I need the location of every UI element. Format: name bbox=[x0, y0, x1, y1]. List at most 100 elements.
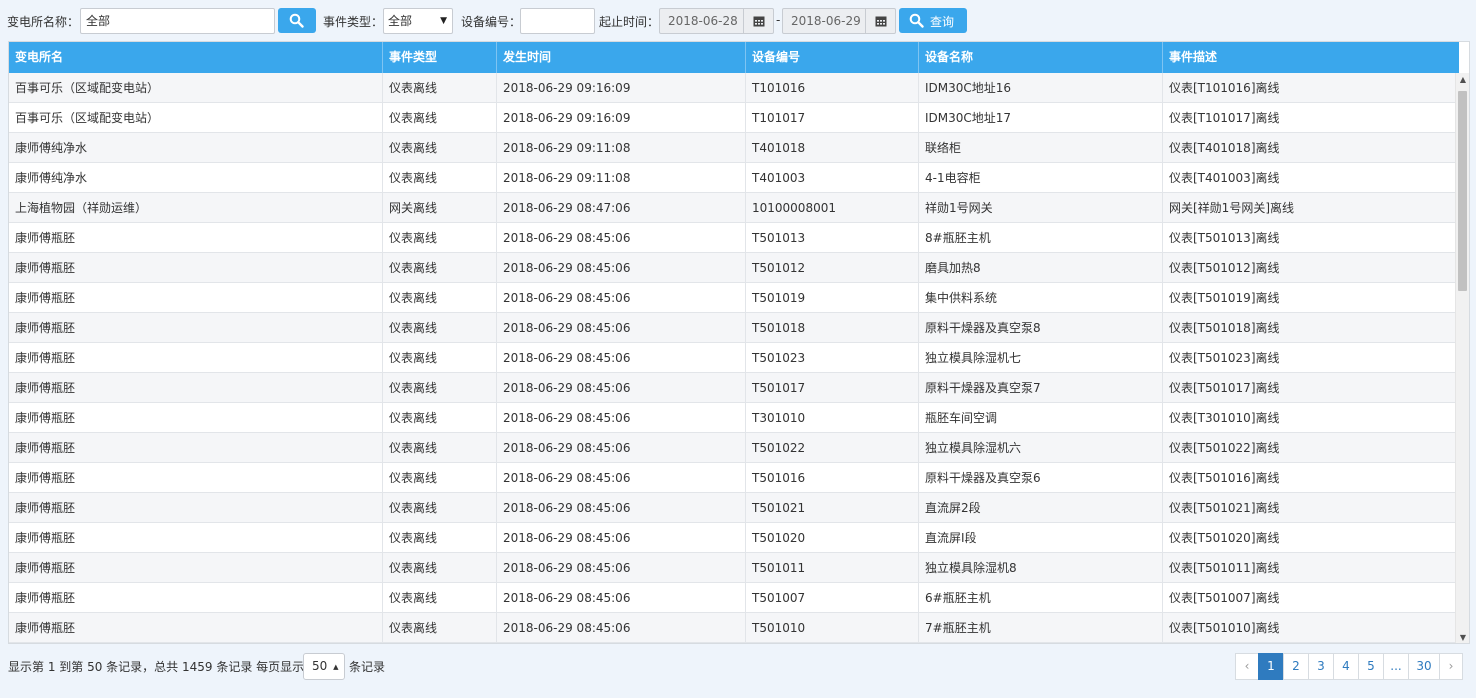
column-header-device-name[interactable]: 设备名称 bbox=[919, 42, 1163, 73]
table-row[interactable]: 康师傅瓶胚 仪表离线 2018-06-29 08:45:06 T501023 独立模具除… bbox=[9, 343, 1455, 373]
table-row[interactable]: 康师傅瓶胚 仪表离线 2018-06-29 08:45:06 T501019 集中供料系… bbox=[9, 283, 1455, 313]
table-scrollbar[interactable]: ▲ ▼ bbox=[1455, 73, 1469, 643]
cell-device-no: T501013 bbox=[746, 223, 919, 253]
query-button-label: 查询 bbox=[930, 15, 955, 29]
cell-time: 2018-06-29 08:45:06 bbox=[497, 373, 746, 403]
cell-time: 2018-06-29 08:45:06 bbox=[497, 403, 746, 433]
table-row[interactable]: 上海植物园（祥勋运维） 网关离线 2018-06-29 08:47:06 101000… bbox=[9, 193, 1455, 223]
table-row[interactable]: 康师傅瓶胚 仪表离线 2018-06-29 08:45:06 T501018 原料干燥器… bbox=[9, 313, 1455, 343]
cell-description: 仪表[T501010]离线 bbox=[1169, 621, 1280, 635]
table-row[interactable]: 康师傅纯净水 仪表离线 2018-06-29 09:11:08 T401003 4-1电… bbox=[9, 163, 1455, 193]
column-header-event-type[interactable]: 事件类型 bbox=[383, 42, 497, 73]
cell-description: 仪表[T501022]离线 bbox=[1169, 441, 1280, 455]
cell-device-name: IDM30C地址16 bbox=[919, 73, 1163, 103]
cell-device-no: T301010 bbox=[746, 403, 919, 433]
station-search-button[interactable] bbox=[278, 8, 316, 33]
cell-time: 2018-06-29 08:45:06 bbox=[497, 253, 746, 283]
page-button[interactable]: 30 bbox=[1408, 653, 1440, 680]
page-button[interactable]: 1 bbox=[1258, 653, 1284, 680]
cell-device-no: T501021 bbox=[746, 493, 919, 523]
table-row[interactable]: 康师傅瓶胚 仪表离线 2018-06-29 08:45:06 T301010 瓶胚车间空… bbox=[9, 403, 1455, 433]
table-row[interactable]: 康师傅瓶胚 仪表离线 2018-06-29 08:45:06 T501017 原料干燥器… bbox=[9, 373, 1455, 403]
cell-event-type: 仪表离线 bbox=[383, 223, 497, 253]
cell-device-no: T501017 bbox=[746, 373, 919, 403]
table-row[interactable]: 康师傅瓶胚 仪表离线 2018-06-29 08:45:06 T501020 直流屏Ⅰ段… bbox=[9, 523, 1455, 553]
end-date-input[interactable]: 2018-06-29 bbox=[782, 8, 866, 34]
table-row[interactable]: 康师傅瓶胚 仪表离线 2018-06-29 08:45:06 T501007 6#瓶胚主… bbox=[9, 583, 1455, 613]
column-header-station[interactable]: 变电所名 bbox=[9, 42, 383, 73]
cell-station: 康师傅瓶胚 bbox=[9, 313, 383, 343]
cell-device-no: T101017 bbox=[746, 103, 919, 133]
page-button[interactable]: 3 bbox=[1308, 653, 1334, 680]
device-no-input[interactable] bbox=[520, 8, 595, 34]
table-row[interactable]: 百事可乐（区域配变电站） 仪表离线 2018-06-29 09:16:09 T1010… bbox=[9, 73, 1455, 103]
cell-description: 仪表[T501017]离线 bbox=[1169, 381, 1280, 395]
records-summary: 显示第 1 到第 50 条记录，总共 1459 条记录 每页显示 bbox=[8, 660, 305, 674]
start-date-input[interactable]: 2018-06-28 bbox=[659, 8, 744, 34]
dropdown-arrow-icon: ▼ bbox=[440, 16, 447, 26]
cell-station: 康师傅瓶胚 bbox=[9, 253, 383, 283]
cell-station: 百事可乐（区域配变电站） bbox=[9, 73, 383, 103]
cell-time: 2018-06-29 08:47:06 bbox=[497, 193, 746, 223]
cell-device-name: 独立模具除湿机8 bbox=[919, 553, 1163, 583]
cell-device-no: T501010 bbox=[746, 613, 919, 643]
page-button[interactable]: 5 bbox=[1358, 653, 1384, 680]
start-date-calendar-button[interactable] bbox=[744, 8, 774, 34]
table-row[interactable]: 康师傅瓶胚 仪表离线 2018-06-29 08:45:06 T501011 独立模具除… bbox=[9, 553, 1455, 583]
table-row[interactable]: 百事可乐（区域配变电站） 仪表离线 2018-06-29 09:16:09 T1010… bbox=[9, 103, 1455, 133]
cell-description: 仪表[T501013]离线 bbox=[1169, 231, 1280, 245]
page-button[interactable]: 2 bbox=[1283, 653, 1309, 680]
cell-description: 仪表[T501023]离线 bbox=[1169, 351, 1280, 365]
scroll-down-icon[interactable]: ▼ bbox=[1456, 631, 1469, 643]
cell-event-type: 仪表离线 bbox=[383, 313, 497, 343]
table-row[interactable]: 康师傅纯净水 仪表离线 2018-06-29 09:11:08 T401018 联络柜仪… bbox=[9, 133, 1455, 163]
cell-station: 上海植物园（祥勋运维） bbox=[9, 193, 383, 223]
page-button[interactable]: 4 bbox=[1333, 653, 1359, 680]
cell-device-name: 8#瓶胚主机 bbox=[919, 223, 1163, 253]
table-row[interactable]: 康师傅瓶胚 仪表离线 2018-06-29 08:45:06 T501021 直流屏2段… bbox=[9, 493, 1455, 523]
cell-device-no: T401018 bbox=[746, 133, 919, 163]
cell-device-no: T501016 bbox=[746, 463, 919, 493]
column-header-description[interactable]: 事件描述 bbox=[1163, 42, 1459, 73]
cell-time: 2018-06-29 08:45:06 bbox=[497, 613, 746, 643]
table-row[interactable]: 康师傅瓶胚 仪表离线 2018-06-29 08:45:06 T501022 独立模具除… bbox=[9, 433, 1455, 463]
cell-device-name: 直流屏2段 bbox=[919, 493, 1163, 523]
cell-event-type: 仪表离线 bbox=[383, 463, 497, 493]
query-button[interactable]: 查询 bbox=[899, 8, 967, 33]
cell-device-name: 独立模具除湿机七 bbox=[919, 343, 1163, 373]
cell-device-name: 磨具加热8 bbox=[919, 253, 1163, 283]
scroll-up-icon[interactable]: ▲ bbox=[1456, 73, 1469, 87]
cell-description: 仪表[T301010]离线 bbox=[1169, 411, 1280, 425]
cell-description: 仪表[T401003]离线 bbox=[1169, 171, 1280, 185]
cell-device-name: 联络柜 bbox=[919, 133, 1163, 163]
station-label: 变电所名称： bbox=[7, 15, 80, 29]
scroll-thumb[interactable] bbox=[1458, 91, 1467, 291]
table-row[interactable]: 康师傅瓶胚 仪表离线 2018-06-29 08:45:06 T501013 8#瓶胚主… bbox=[9, 223, 1455, 253]
prev-page-button[interactable]: ‹ bbox=[1235, 653, 1259, 680]
cell-event-type: 仪表离线 bbox=[383, 253, 497, 283]
table-row[interactable]: 康师傅瓶胚 仪表离线 2018-06-29 08:45:06 T501012 磨具加热8… bbox=[9, 253, 1455, 283]
event-type-label: 事件类型： bbox=[323, 15, 384, 29]
end-date-calendar-button[interactable] bbox=[866, 8, 896, 34]
cell-time: 2018-06-29 08:45:06 bbox=[497, 463, 746, 493]
cell-description: 仪表[T501007]离线 bbox=[1169, 591, 1280, 605]
column-header-time[interactable]: 发生时间 bbox=[497, 42, 746, 73]
column-header-device-no[interactable]: 设备编号 bbox=[746, 42, 919, 73]
cell-station: 康师傅瓶胚 bbox=[9, 463, 383, 493]
cell-description: 仪表[T501020]离线 bbox=[1169, 531, 1280, 545]
station-input[interactable]: 全部 bbox=[80, 8, 275, 34]
cell-time: 2018-06-29 09:16:09 bbox=[497, 103, 746, 133]
table-row[interactable]: 康师傅瓶胚 仪表离线 2018-06-29 08:45:06 T501010 7#瓶胚主… bbox=[9, 613, 1455, 643]
event-type-select[interactable]: 全部 ▼ bbox=[383, 8, 453, 34]
cell-description: 仪表[T501018]离线 bbox=[1169, 321, 1280, 335]
table-row[interactable]: 康师傅瓶胚 仪表离线 2018-06-29 08:45:06 T501016 原料干燥器… bbox=[9, 463, 1455, 493]
cell-description: 网关[祥勋1号网关]离线 bbox=[1169, 201, 1294, 215]
cell-time: 2018-06-29 08:45:06 bbox=[497, 493, 746, 523]
cell-device-no: 10100008001 bbox=[746, 193, 919, 223]
cell-time: 2018-06-29 09:11:08 bbox=[497, 163, 746, 193]
next-page-button[interactable]: › bbox=[1439, 653, 1463, 680]
cell-event-type: 仪表离线 bbox=[383, 523, 497, 553]
cell-device-no: T501023 bbox=[746, 343, 919, 373]
cell-device-name: 6#瓶胚主机 bbox=[919, 583, 1163, 613]
page-size-select[interactable]: 50 ▲ bbox=[303, 653, 345, 680]
